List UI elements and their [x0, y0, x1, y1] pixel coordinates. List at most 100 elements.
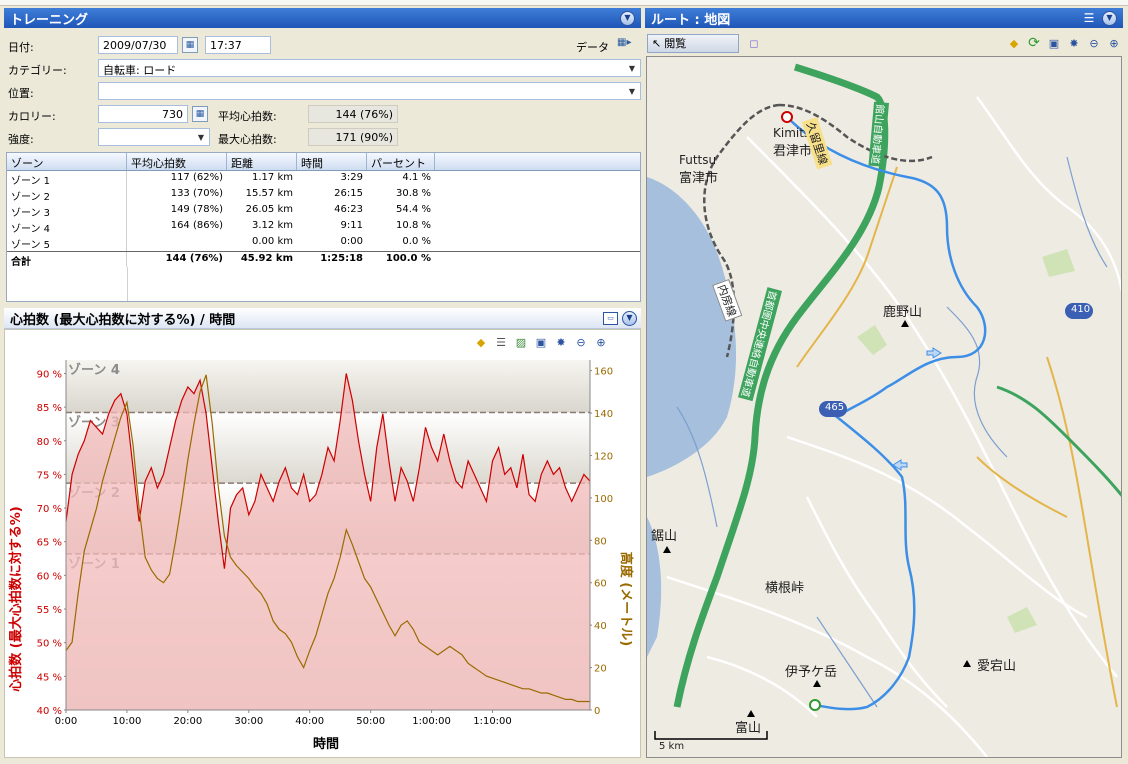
zoom-in-icon[interactable]: ⊕ — [1105, 34, 1123, 52]
hr-altitude-chart: ゾーン 4ゾーン 3ゾーン 2ゾーン 1 90 %85 %80 %75 %70 … — [8, 360, 634, 752]
route-end-marker[interactable] — [781, 111, 793, 123]
chevron-down-icon[interactable]: ▼ — [624, 60, 640, 76]
view-button[interactable]: ↖ 閲覧 — [647, 33, 739, 53]
mountain-icon — [663, 546, 671, 553]
column-header[interactable]: 時間 — [297, 153, 367, 170]
y-axis-label: 心拍数 (最大心拍数に対する%) — [8, 506, 24, 691]
collapse-button[interactable]: ▼ — [620, 10, 635, 26]
mountain-icon — [747, 710, 755, 717]
x-tick-label: 40:00 — [295, 716, 324, 727]
y2-tick-label: 60 — [594, 579, 607, 590]
save-icon[interactable]: ▣ — [1045, 34, 1063, 52]
zone-time: 9:11 — [340, 220, 363, 231]
zones-table-header: ゾーン 平均心拍数 距離 時間 パーセント — [7, 153, 640, 171]
refresh-icon[interactable]: ⟳ — [1025, 34, 1043, 52]
save-icon[interactable]: ▣ — [532, 333, 550, 351]
zone-percent: 10.8 % — [396, 220, 431, 231]
calendar-icon[interactable]: ▦ — [182, 37, 198, 53]
calculator-icon[interactable]: ▦ — [192, 106, 208, 122]
zone-distance: 3.12 km — [252, 220, 293, 231]
route-410-label: 410 — [1071, 304, 1091, 315]
route-start-marker[interactable] — [809, 699, 821, 711]
column-header[interactable]: ゾーン — [7, 153, 127, 170]
layout-icon[interactable]: ▭ — [603, 311, 618, 325]
chart-panel-title: 心拍数 (最大心拍数に対する%) / 時間 — [10, 312, 236, 328]
total-time: 1:25:18 — [320, 253, 363, 264]
x-tick-label: 50:00 — [356, 716, 385, 727]
x-tick-label: 10:00 — [113, 716, 142, 727]
date-field[interactable]: 2009/07/30 — [98, 36, 178, 54]
table-total-row: 合計 144 (76%) 45.92 km 1:25:18 100.0 % — [7, 251, 640, 267]
y-tick-label: 45 % — [37, 672, 62, 683]
zone-name: ゾーン 5 — [7, 235, 127, 251]
zone-name: ゾーン 4 — [7, 219, 127, 235]
route-465-label: 465 — [825, 402, 845, 413]
futtsu-en-label: Futtsu — [679, 153, 717, 167]
diamond-icon[interactable]: ◆ — [472, 333, 490, 351]
time-field[interactable]: 17:37 — [205, 36, 271, 54]
zone-distance: 15.57 km — [245, 188, 293, 199]
collapse-button[interactable]: ▼ — [622, 310, 637, 326]
y-tick-label: 50 % — [37, 639, 62, 650]
zone-avg-hr: 149 (78%) — [170, 204, 223, 215]
category-value: 自転車: ロード — [103, 64, 177, 77]
cursor-icon: ↖ — [652, 36, 662, 50]
y2-tick-label: 0 — [594, 706, 600, 717]
column-header[interactable]: パーセント — [367, 153, 435, 170]
location-select[interactable]: ▼ — [98, 82, 641, 100]
route-map[interactable]: Kimitsu 君津市 Futtsu 富津市 鹿野山 鋸山 横根峠 伊予ケ岳 愛… — [646, 56, 1122, 758]
map-panel-title: ルート : 地図 — [651, 12, 731, 28]
y-tick-label: 90 % — [37, 369, 62, 380]
zone-percent: 30.8 % — [396, 188, 431, 199]
y2-axis-label: 高度 (メートル) — [618, 552, 634, 646]
y2-tick-label: 20 — [594, 664, 607, 675]
chevron-down-icon[interactable]: ▼ — [624, 83, 640, 99]
route-line — [786, 116, 987, 711]
total-percent: 100.0 % — [385, 253, 431, 264]
park-area — [857, 325, 887, 355]
column-header[interactable]: 距離 — [227, 153, 297, 170]
park-area — [1007, 607, 1037, 633]
table-row[interactable]: ゾーン 5 0.00 km 0:00 0.0 % — [7, 235, 640, 251]
zoom-out-icon[interactable]: ⊖ — [1085, 34, 1103, 52]
select-icon[interactable]: ◻ — [745, 34, 763, 52]
y-tick-label: 80 % — [37, 437, 62, 448]
max-hr-value: 171 (90%) — [308, 128, 398, 146]
sea-area — [647, 177, 737, 477]
kanoyama-label: 鹿野山 — [883, 305, 923, 320]
table-row[interactable]: ゾーン 1 117 (62%) 1.17 km 3:29 4.1 % — [7, 171, 640, 187]
park-area — [1042, 249, 1075, 277]
settings-icon[interactable]: ✸ — [1065, 34, 1083, 52]
zone-percent: 4.1 % — [402, 172, 431, 183]
calories-field[interactable]: 730 — [98, 105, 188, 123]
y2-tick-label: 120 — [594, 451, 613, 462]
settings-icon[interactable]: ✸ — [552, 333, 570, 351]
data-menu-icon[interactable]: ▦▸ — [617, 37, 635, 53]
chevron-down-icon[interactable]: ▼ — [193, 129, 209, 145]
list-icon[interactable]: ☰ — [492, 333, 510, 351]
zone-distance: 0.00 km — [252, 236, 293, 247]
table-row[interactable]: ゾーン 4 164 (86%) 3.12 km 9:11 10.8 % — [7, 219, 640, 235]
zone-time: 3:29 — [340, 172, 363, 183]
table-row[interactable]: ゾーン 3 149 (78%) 26.05 km 46:23 54.4 % — [7, 203, 640, 219]
zone-time: 0:00 — [340, 236, 363, 247]
zone-distance: 26.05 km — [245, 204, 293, 215]
rivers — [676, 156, 1108, 708]
x-tick-label: 1:10:00 — [473, 716, 512, 727]
zone-name: ゾーン 1 — [7, 171, 127, 187]
category-select[interactable]: 自転車: ロード ▼ — [98, 59, 641, 77]
chart-icon[interactable]: ▨ — [512, 333, 530, 351]
zoom-in-icon[interactable]: ⊕ — [592, 333, 610, 351]
layout-icon[interactable]: ☰ — [1080, 9, 1098, 27]
training-panel-title: トレーニング — [10, 12, 89, 28]
minor-roads — [666, 96, 1121, 757]
column-header[interactable]: 平均心拍数 — [127, 153, 227, 170]
zone-name: ゾーン 3 — [7, 203, 127, 219]
intensity-select[interactable]: ▼ — [98, 128, 210, 146]
table-row[interactable]: ゾーン 2 133 (70%) 15.57 km 26:15 30.8 % — [7, 187, 640, 203]
zoom-out-icon[interactable]: ⊖ — [572, 333, 590, 351]
y-tick-label: 55 % — [37, 605, 62, 616]
intensity-label: 強度: — [8, 133, 34, 146]
diamond-icon[interactable]: ◆ — [1005, 34, 1023, 52]
collapse-button[interactable]: ▼ — [1102, 10, 1117, 26]
